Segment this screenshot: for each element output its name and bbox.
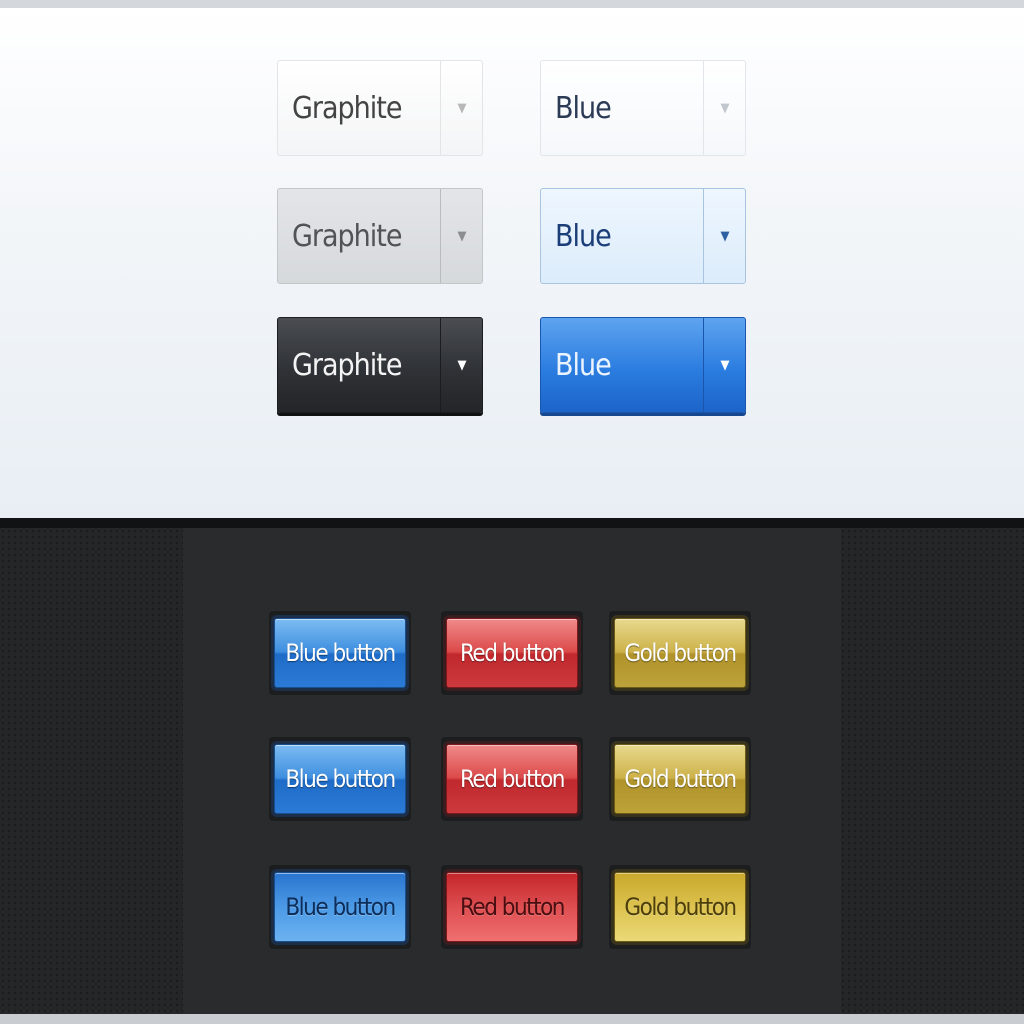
blue-button-normal[interactable]: Blue button: [274, 618, 406, 688]
top-edge: [0, 0, 1024, 8]
chevron-down-icon[interactable]: ▼: [703, 318, 745, 412]
dropdown-showcase-panel: [0, 8, 1024, 520]
dropdown-label: Graphite: [292, 218, 402, 254]
dropdown-label: Blue: [555, 90, 612, 126]
gold-button-hover[interactable]: Gold button: [614, 744, 746, 814]
ui-kit-preview: Graphite ▼ Graphite ▼ Graphite ▼ Blue ▼ …: [0, 0, 1024, 1024]
graphite-dropdown-normal[interactable]: Graphite ▼: [277, 60, 483, 156]
blue-button-hover[interactable]: Blue button: [274, 744, 406, 814]
chevron-down-icon[interactable]: ▼: [440, 318, 482, 412]
dropdown-label: Blue: [555, 218, 612, 254]
chevron-down-icon[interactable]: ▼: [703, 61, 745, 155]
bottom-edge: [0, 1014, 1024, 1024]
gold-button-pressed[interactable]: Gold button: [614, 872, 746, 942]
red-button-hover[interactable]: Red button: [446, 744, 578, 814]
graphite-dropdown-hover[interactable]: Graphite ▼: [277, 188, 483, 284]
dropdown-label: Graphite: [292, 90, 402, 126]
section-divider: [0, 518, 1024, 528]
blue-dropdown-hover[interactable]: Blue ▼: [540, 188, 746, 284]
dropdown-label: Graphite: [292, 347, 402, 383]
graphite-dropdown-active[interactable]: Graphite ▼: [277, 317, 483, 413]
red-button-normal[interactable]: Red button: [446, 618, 578, 688]
gold-button-normal[interactable]: Gold button: [614, 618, 746, 688]
chevron-down-icon[interactable]: ▼: [703, 189, 745, 283]
red-button-pressed[interactable]: Red button: [446, 872, 578, 942]
blue-dropdown-active[interactable]: Blue ▼: [540, 317, 746, 413]
chevron-down-icon[interactable]: ▼: [440, 189, 482, 283]
dropdown-label: Blue: [555, 347, 612, 383]
blue-dropdown-normal[interactable]: Blue ▼: [540, 60, 746, 156]
blue-button-pressed[interactable]: Blue button: [274, 872, 406, 942]
chevron-down-icon[interactable]: ▼: [440, 61, 482, 155]
